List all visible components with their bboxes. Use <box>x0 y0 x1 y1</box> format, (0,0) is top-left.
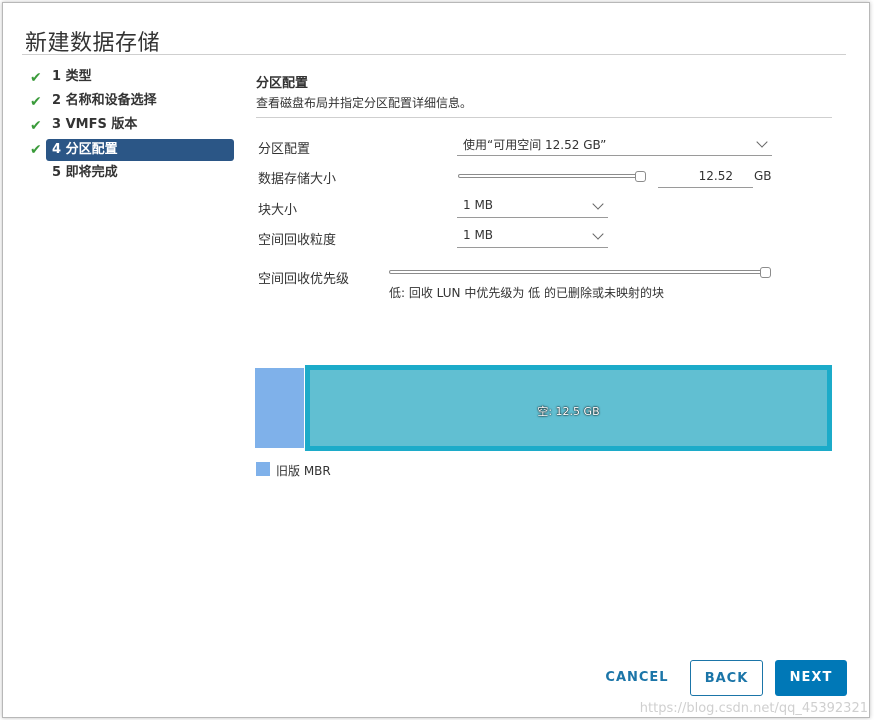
partition-config-label: 分区配置 <box>258 142 311 157</box>
reclaim-granularity-select[interactable]: 1 MB <box>457 226 608 248</box>
check-icon: ✔ <box>30 70 42 86</box>
wizard-steps: ✔ 1 类型 ✔ 2 名称和设备选择 ✔ 3 VMFS 版本 ✔ 4 分区配置 … <box>28 66 238 186</box>
reclaim-priority-hint: 低: 回收 LUN 中优先级为 低 的已删除或未映射的块 <box>389 286 664 300</box>
chevron-down-icon <box>592 228 604 240</box>
free-space-label: 空: 12.5 GB <box>537 405 600 418</box>
step-1[interactable]: ✔ 1 类型 <box>28 66 238 90</box>
step-5[interactable]: 5 即将完成 <box>28 162 238 186</box>
step-label: 3 VMFS 版本 <box>52 117 138 132</box>
step-label: 4 分区配置 <box>46 139 234 161</box>
datastore-size-value: 12.52 <box>698 169 733 183</box>
title-divider <box>22 54 846 55</box>
cancel-button[interactable]: CANCEL <box>598 660 676 696</box>
datastore-size-slider[interactable] <box>458 174 646 178</box>
step-3[interactable]: ✔ 3 VMFS 版本 <box>28 114 238 138</box>
legend-swatch-legacy-mbr <box>256 462 270 476</box>
reclaim-granularity-label: 空间回收粒度 <box>258 233 337 248</box>
reclaim-priority-label: 空间回收优先级 <box>258 272 350 287</box>
datastore-size-input[interactable]: 12.52 <box>658 166 753 188</box>
chevron-down-icon <box>756 136 768 148</box>
partition-config-value: 使用“可用空间 12.52 GB” <box>463 138 607 152</box>
datastore-size-slider-thumb[interactable] <box>635 171 646 182</box>
reclaim-priority-slider-thumb[interactable] <box>760 267 771 278</box>
step-2[interactable]: ✔ 2 名称和设备选择 <box>28 90 238 114</box>
partition-config-select[interactable]: 使用“可用空间 12.52 GB” <box>457 134 772 156</box>
block-size-value: 1 MB <box>463 198 494 212</box>
step-label: 5 即将完成 <box>52 165 118 180</box>
dialog-title: 新建数据存储 <box>25 31 161 56</box>
legend-label-legacy-mbr: 旧版 MBR <box>276 464 331 478</box>
watermark: https://blog.csdn.net/qq_45392321 <box>639 701 868 716</box>
back-button[interactable]: BACK <box>690 660 763 696</box>
datastore-size-unit: GB <box>754 169 772 183</box>
block-size-select[interactable]: 1 MB <box>457 196 608 218</box>
free-space-block: 空: 12.5 GB <box>305 365 832 451</box>
step-4-active[interactable]: ✔ 4 分区配置 <box>28 138 238 162</box>
section-description: 查看磁盘布局并指定分区配置详细信息。 <box>256 96 473 110</box>
reclaim-granularity-value: 1 MB <box>463 228 494 242</box>
check-icon: ✔ <box>30 118 42 134</box>
check-icon: ✔ <box>30 142 42 158</box>
step-label: 2 名称和设备选择 <box>52 93 157 108</box>
check-icon: ✔ <box>30 94 42 110</box>
free-space-fill: 空: 12.5 GB <box>310 370 827 446</box>
datastore-size-label: 数据存储大小 <box>258 172 337 187</box>
legacy-mbr-partition-block <box>255 368 304 448</box>
next-button[interactable]: NEXT <box>775 660 847 696</box>
chevron-down-icon <box>592 198 604 210</box>
reclaim-priority-slider[interactable] <box>389 270 771 274</box>
block-size-label: 块大小 <box>258 203 298 218</box>
section-title: 分区配置 <box>256 76 309 91</box>
step-label: 1 类型 <box>52 69 92 84</box>
section-divider <box>256 117 832 118</box>
